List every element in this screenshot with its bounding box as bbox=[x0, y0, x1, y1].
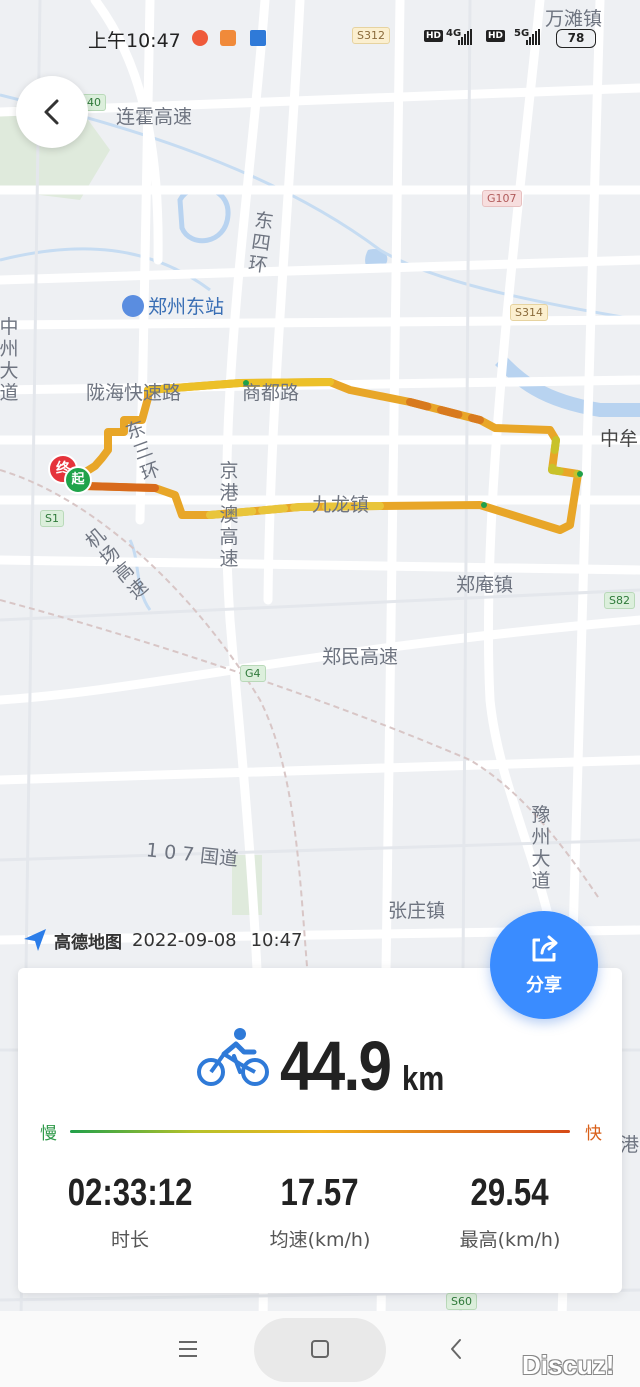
map-label-gang: 港 bbox=[620, 1134, 640, 1156]
start-marker: 起 bbox=[64, 466, 92, 494]
duration-label: 时长 bbox=[110, 1229, 149, 1251]
status-time: 上午10:47 bbox=[88, 30, 181, 52]
map-label-zhangzhuang: 张庄镇 bbox=[388, 900, 446, 922]
avg-speed-value: 17.57 bbox=[281, 1172, 359, 1214]
map-notification-icon bbox=[250, 30, 266, 46]
home-icon[interactable] bbox=[309, 1338, 331, 1360]
shield-s60: S60 bbox=[446, 1293, 477, 1310]
map-label-zhengan: 郑庵镇 bbox=[456, 574, 514, 596]
shield-g4: G4 bbox=[240, 665, 266, 682]
map-label-longhai: 陇海快速路 bbox=[86, 382, 182, 404]
distance-row: 44.9 km bbox=[18, 1020, 622, 1110]
station-name: 郑州东站 bbox=[148, 296, 225, 318]
shield-s314: S314 bbox=[510, 304, 548, 321]
battery-icon: 78 bbox=[556, 29, 596, 48]
shield-s1: S1 bbox=[40, 510, 64, 527]
map-label-jinggangao: 京港澳高速 bbox=[219, 460, 239, 570]
app-notification-icon bbox=[220, 30, 236, 46]
amap-footer: 高德地图 2022-09-08 10:47 bbox=[22, 926, 302, 954]
map-label-lianhuo: 连霍高速 bbox=[116, 106, 193, 128]
share-button[interactable]: 分享 bbox=[490, 911, 598, 1019]
speed-gradient-bar bbox=[70, 1130, 570, 1133]
shield-s82: S82 bbox=[604, 592, 635, 609]
back-button[interactable] bbox=[16, 76, 88, 148]
max-speed-label: 最高(km/h) bbox=[459, 1229, 561, 1251]
map-label-zhongzhou: 中州大道 bbox=[0, 316, 19, 404]
train-station-icon bbox=[122, 295, 144, 317]
map-label-yuzhou: 豫州大道 bbox=[531, 804, 551, 892]
nav-back-icon[interactable] bbox=[448, 1338, 464, 1360]
max-speed-value: 29.54 bbox=[471, 1172, 549, 1214]
map-label-zhengmin: 郑民高速 bbox=[322, 646, 399, 668]
record-time: 10:47 bbox=[250, 929, 303, 951]
message-notification-icon bbox=[192, 30, 208, 46]
map-label-jiulong: 九龙镇 bbox=[312, 494, 370, 516]
legend-slow: 慢 bbox=[40, 1124, 57, 1144]
share-label: 分享 bbox=[526, 975, 562, 996]
hd-badge-1: HD bbox=[424, 30, 444, 42]
record-date: 2022-09-08 bbox=[132, 929, 237, 951]
shield-g107: G107 bbox=[482, 190, 522, 207]
avg-speed-label: 均速(km/h) bbox=[269, 1229, 371, 1251]
stat-avg-speed: 17.57 均速(km/h) bbox=[220, 1172, 420, 1252]
distance-value: 44.9 bbox=[280, 1027, 392, 1105]
bicycle-icon bbox=[197, 1028, 269, 1086]
legend-fast: 快 bbox=[585, 1124, 602, 1144]
watermark: Discuz! bbox=[522, 1350, 615, 1380]
status-bar: 上午10:47 HD 4G HD 5G 78 bbox=[0, 22, 640, 56]
amap-logo-icon bbox=[24, 929, 46, 951]
distance-unit: km bbox=[402, 1060, 445, 1098]
hd-badge-2: HD bbox=[486, 30, 506, 42]
map-label-zhongmou: 中牟 bbox=[600, 428, 639, 450]
speed-legend: 慢 快 bbox=[40, 1118, 602, 1144]
signal-icon-1 bbox=[458, 29, 472, 45]
stat-duration: 02:33:12 时长 bbox=[30, 1172, 230, 1252]
map-label-zhengzhou-east: 郑州东站 bbox=[122, 292, 224, 319]
chevron-left-icon bbox=[44, 99, 59, 125]
stat-max-speed: 29.54 最高(km/h) bbox=[410, 1172, 610, 1252]
duration-value: 02:33:12 bbox=[67, 1172, 193, 1214]
amap-brand: 高德地图 bbox=[54, 932, 122, 953]
signal-icon-2 bbox=[526, 29, 540, 45]
map-label-shangdu: 商都路 bbox=[242, 382, 300, 404]
menu-icon[interactable] bbox=[177, 1340, 199, 1358]
share-icon bbox=[532, 935, 558, 962]
